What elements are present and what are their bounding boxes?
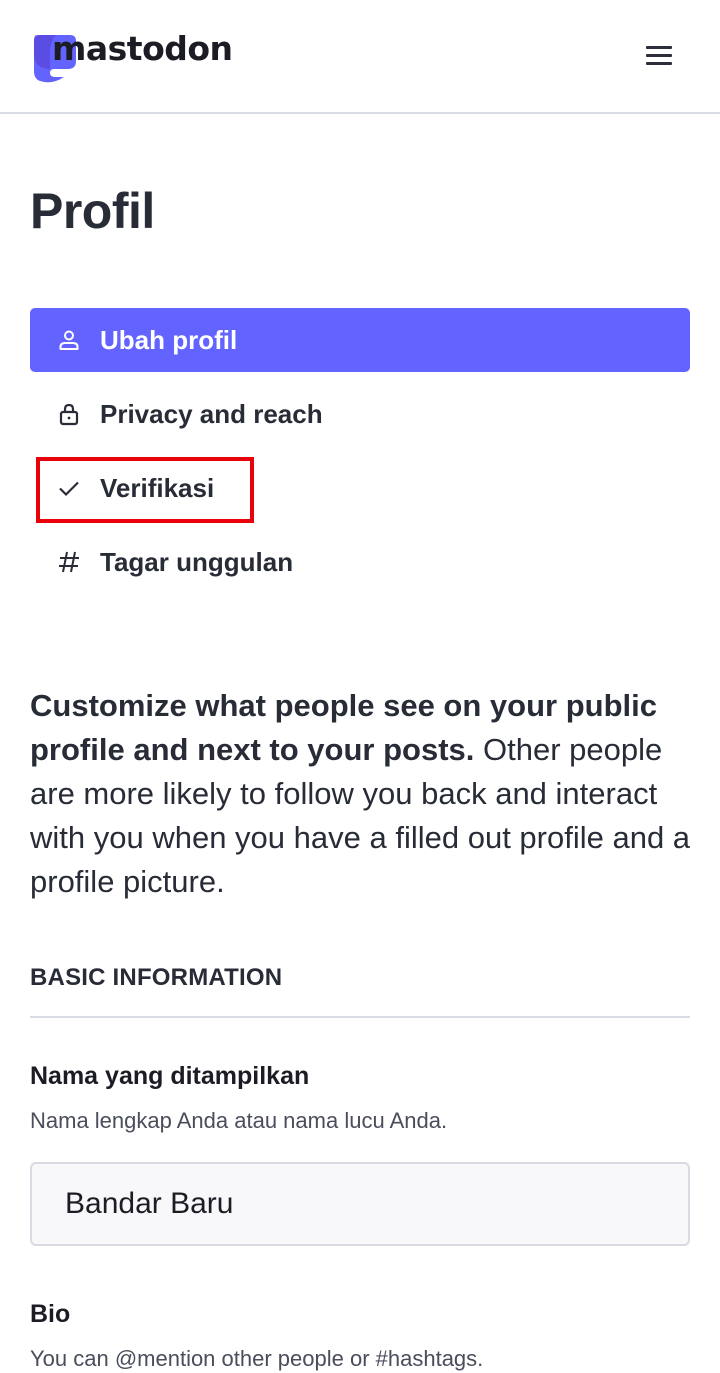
- nav-item-label: Privacy and reach: [100, 398, 323, 429]
- nav-item-tagar-unggulan[interactable]: Tagar unggulan: [30, 530, 690, 594]
- nav-item-label: Ubah profil: [100, 324, 238, 355]
- nav-item-privacy-and-reach[interactable]: Privacy and reach: [30, 382, 690, 446]
- hashtag-icon: [57, 550, 81, 574]
- hamburger-menu-icon[interactable]: [646, 46, 674, 68]
- top-header: mastodon: [0, 0, 720, 114]
- check-icon: [57, 476, 81, 500]
- nav-item-label: Tagar unggulan: [100, 546, 294, 577]
- display-name-label: Nama yang ditampilkan: [30, 1062, 310, 1090]
- nav-item-verifikasi[interactable]: Verifikasi: [30, 456, 690, 520]
- mastodon-logo[interactable]: mastodon: [30, 29, 233, 85]
- bio-label: Bio: [30, 1300, 71, 1328]
- nav-item-ubah-profil[interactable]: Ubah profil: [30, 308, 690, 372]
- lock-icon: [57, 402, 81, 426]
- display-name-hint: Nama lengkap Anda atau nama lucu Anda.: [30, 1108, 448, 1133]
- profile-settings-nav: Ubah profil Privacy and reach Verifikasi…: [30, 308, 690, 604]
- nav-item-label: Verifikasi: [100, 472, 215, 503]
- brand-name: mastodon: [52, 29, 233, 68]
- bio-hint: You can @mention other people or #hashta…: [30, 1346, 484, 1371]
- page-title: Profil: [30, 183, 155, 239]
- section-heading-basic-information: BASIC INFORMATION: [30, 964, 690, 1018]
- display-name-input[interactable]: [30, 1162, 690, 1246]
- person-icon: [57, 328, 81, 352]
- profile-intro-text: Customize what people see on your public…: [30, 684, 695, 904]
